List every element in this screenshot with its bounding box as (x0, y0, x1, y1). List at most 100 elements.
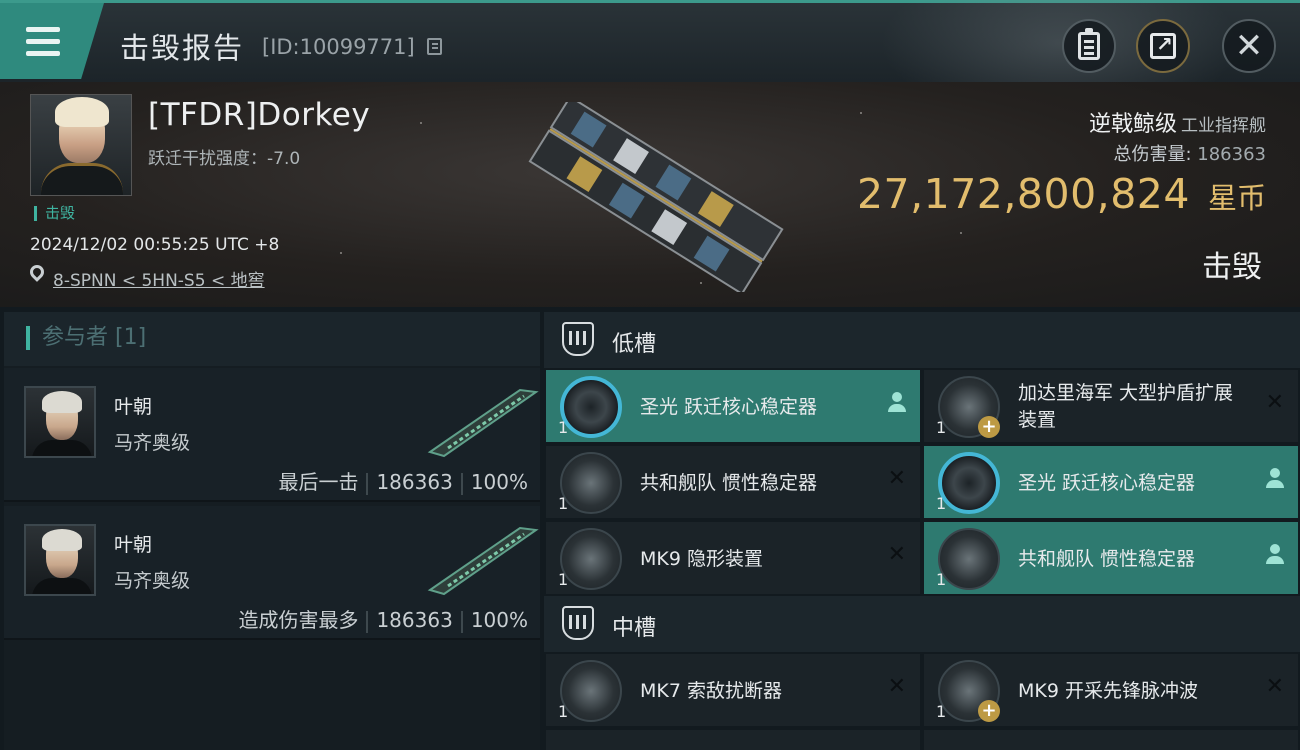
module-quantity: 1 (936, 570, 947, 589)
participant-label: 最后一击 (278, 470, 359, 494)
shield-extender-icon (938, 376, 1000, 438)
kill-tag: 击毁 (34, 206, 75, 221)
ship-class[interactable]: 逆戟鲸级 (1089, 112, 1177, 137)
participant-card[interactable]: 叶朝 马齐奥级 最后一击 186363 100% (4, 368, 540, 502)
kill-location-link[interactable]: 8-SPNN < 5HN-S5 < 地窖 (53, 266, 265, 291)
menu-button[interactable] (0, 3, 104, 79)
module-quantity: 1 (936, 494, 947, 513)
copy-icon[interactable] (427, 38, 442, 55)
module-name: 圣光 跃迁核心稳定器 (640, 396, 818, 418)
close-icon: ✕ (887, 466, 906, 491)
participants-panel: 参与者 [1] 叶朝 马齐奥级 最后一击 186363 100% 叶朝 马齐奥级 造… (4, 312, 540, 750)
module-quantity: 1 (558, 418, 569, 437)
participants-header: 参与者 [1] (4, 312, 540, 366)
module-quantity: 1 (558, 494, 569, 513)
fitting-panel: 低槽 1 圣光 跃迁核心稳定器 1 加达里海军 大型护盾扩展装置 ✕ 1 共和舰… (544, 312, 1300, 750)
module-slot[interactable]: 1 MK9 开采先锋脉冲波 ✕ (924, 654, 1298, 726)
module-name: 共和舰队 惯性稳定器 (1018, 548, 1196, 570)
participant-name[interactable]: 叶朝 (114, 392, 152, 419)
participant-percent: 100% (470, 608, 528, 632)
close-icon: ✕ (1265, 674, 1284, 699)
victim-ship-image[interactable] (510, 102, 800, 292)
total-damage: 总伤害量: 186363 (1113, 140, 1266, 166)
kill-status: 击毁 (1202, 250, 1262, 285)
inertial-stabilizer-icon (938, 528, 1000, 590)
low-slots-header: 低槽 (544, 312, 1300, 368)
module-name: 共和舰队 惯性稳定器 (640, 472, 818, 494)
isk-unit: 星币 (1207, 181, 1266, 215)
isk-amount: 27,172,800,824 (856, 170, 1190, 218)
ship-role: 工业指挥舰 (1181, 116, 1266, 136)
module-quantity: 1 (936, 702, 947, 721)
participant-percent: 100% (470, 470, 528, 494)
module-slot-partial[interactable] (924, 730, 1298, 750)
report-id: [ID:10099771] (262, 35, 415, 59)
close-icon: ✕ (1265, 390, 1284, 415)
ship-class-line: 逆戟鲸级 工业指挥舰 (1089, 106, 1266, 138)
mid-slots-header: 中槽 (544, 596, 1300, 652)
user-icon (888, 392, 906, 412)
inertial-stabilizer-icon (560, 452, 622, 514)
clipboard-icon (1078, 28, 1100, 60)
participant-damage: 186363 (376, 470, 453, 494)
user-icon (1266, 544, 1284, 564)
participant-stats: 最后一击 186363 100% (278, 466, 528, 495)
module-slot-partial[interactable] (546, 730, 920, 750)
participant-damage: 186363 (376, 608, 453, 632)
share-icon (1150, 32, 1176, 59)
module-slot[interactable]: 1 MK7 索敌扰断器 ✕ (546, 654, 920, 726)
close-icon: ✕ (887, 674, 906, 699)
participant-ship: 马齐奥级 (114, 570, 191, 592)
module-slot[interactable]: 1 圣光 跃迁核心稳定器 (546, 370, 920, 442)
module-slot[interactable]: 1 MK9 隐形装置 ✕ (546, 522, 920, 594)
module-quantity: 1 (936, 418, 947, 437)
mid-slots-label: 中槽 (612, 616, 657, 641)
mid-slot-icon (562, 606, 594, 640)
victim-pilot-name[interactable]: [TFDR]Dorkey (148, 97, 370, 133)
page-title: 击毁报告 (120, 31, 245, 65)
location-pin-icon (27, 262, 47, 282)
module-name: MK9 隐形装置 (640, 548, 763, 570)
isk-value: 27,172,800,824 星币 (857, 170, 1266, 218)
total-damage-label: 总伤害量: (1113, 144, 1192, 165)
close-icon: ✕ (1234, 26, 1264, 66)
participant-avatar[interactable] (24, 524, 96, 596)
victim-security-status: 跃迁干扰强度：-7.0 (148, 149, 301, 169)
module-quantity: 1 (558, 702, 569, 721)
total-damage-value: 186363 (1197, 144, 1266, 165)
victim-banner: [TFDR]Dorkey 跃迁干扰强度：-7.0 击毁 2024/12/02 0… (0, 82, 1300, 307)
user-icon (1266, 468, 1284, 488)
module-slot[interactable]: 1 共和舰队 惯性稳定器 (924, 522, 1298, 594)
low-slot-icon (562, 322, 594, 356)
victim-avatar[interactable] (30, 94, 132, 196)
low-slots-label: 低槽 (612, 332, 657, 357)
participants-title: 参与者 [1] (26, 326, 146, 350)
participant-ship-image (427, 388, 539, 458)
participant-label: 造成伤害最多 (238, 608, 359, 632)
share-button[interactable] (1136, 19, 1190, 73)
module-name: 加达里海军 大型护盾扩展装置 (1018, 382, 1234, 431)
warp-core-stabilizer-icon (560, 376, 622, 438)
participant-avatar[interactable] (24, 386, 96, 458)
warp-core-stabilizer-icon (938, 452, 1000, 514)
close-button[interactable]: ✕ (1222, 19, 1276, 73)
module-name: 圣光 跃迁核心稳定器 (1018, 472, 1196, 494)
close-icon: ✕ (887, 542, 906, 567)
participant-card[interactable]: 叶朝 马齐奥级 造成伤害最多 186363 100% (4, 506, 540, 640)
module-name: MK7 索敌扰断器 (640, 680, 782, 702)
module-name: MK9 开采先锋脉冲波 (1018, 680, 1198, 702)
top-bar: 击毁报告 [ID:10099771] ✕ (0, 0, 1300, 123)
kill-datetime: 2024/12/02 00:55:25 UTC +8 (30, 235, 280, 255)
clipboard-button[interactable] (1062, 19, 1116, 73)
participant-name[interactable]: 叶朝 (114, 530, 152, 557)
module-slot[interactable]: 1 加达里海军 大型护盾扩展装置 ✕ (924, 370, 1298, 442)
participant-ship-image (427, 526, 539, 596)
module-slot[interactable]: 1 共和舰队 惯性稳定器 ✕ (546, 446, 920, 518)
participant-stats: 造成伤害最多 186363 100% (238, 604, 528, 633)
sensor-dampener-icon (560, 660, 622, 722)
mining-burst-icon (938, 660, 1000, 722)
cloaking-device-icon (560, 528, 622, 590)
module-slot[interactable]: 1 圣光 跃迁核心稳定器 (924, 446, 1298, 518)
module-quantity: 1 (558, 570, 569, 589)
participant-ship: 马齐奥级 (114, 432, 191, 454)
